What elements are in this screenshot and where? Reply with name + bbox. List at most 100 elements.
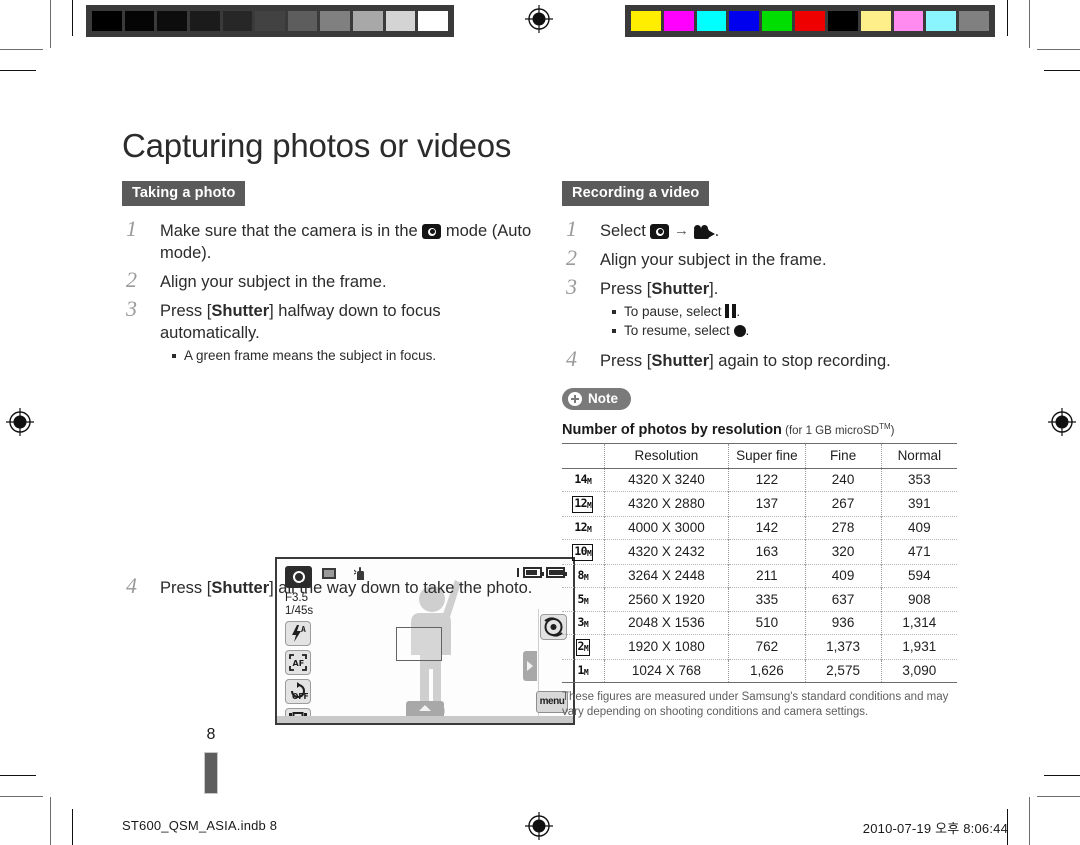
table-row: 5M 2560 X 1920 335 637 908 xyxy=(562,587,957,611)
table-row: 14M 4320 X 3240 122 240 353 xyxy=(562,468,957,492)
resolution-badge-icon: 3M xyxy=(562,611,605,635)
svg-text:AF: AF xyxy=(293,659,305,668)
table-row: 2M 1920 X 1080 762 1,373 1,931 xyxy=(562,634,957,659)
shutter-key-label: Shutter xyxy=(211,302,270,320)
resolution-table: Resolution Super fine Fine Normal 14M 432… xyxy=(562,442,957,684)
cell-resolution: 1920 X 1080 xyxy=(604,634,730,659)
cell-resolution: 3264 X 2448 xyxy=(604,564,730,588)
cell-resolution: 4320 X 3240 xyxy=(604,468,730,492)
shutter-key-label: Shutter xyxy=(651,280,710,298)
cell-resolution: 1024 X 768 xyxy=(604,659,730,683)
cell-fine: 267 xyxy=(805,491,882,516)
step-text-post: . xyxy=(714,222,720,240)
step-number: 4 xyxy=(566,346,577,371)
cell-normal: 1,931 xyxy=(902,639,937,654)
cell-super-fine: 762 xyxy=(728,634,806,659)
note-label: Note xyxy=(588,391,618,406)
step-number: 1 xyxy=(566,216,577,241)
resolution-badge-icon: 8M xyxy=(562,564,605,588)
record-icon xyxy=(733,325,746,337)
cell-fine: 2,575 xyxy=(805,659,882,683)
cell-normal: 908 xyxy=(908,591,931,607)
resolution-badge-icon: 5M xyxy=(562,587,605,611)
resolution-badge-icon: 1M xyxy=(562,659,605,683)
taking-photo-steps-continued: 4 Press [Shutter] all the way down to ta… xyxy=(122,573,542,606)
bullet-text-post: . xyxy=(745,323,750,338)
step-number: 4 xyxy=(126,573,137,598)
step-text-pre: Press [ xyxy=(160,302,212,320)
page-title: Capturing photos or videos xyxy=(122,127,512,165)
cell-normal: 1,314 xyxy=(902,615,937,630)
cell-normal: 391 xyxy=(908,496,931,511)
table-row: 3M 2048 X 1536 510 936 1,314 xyxy=(562,611,957,635)
resolution-badge-icon: 12M xyxy=(562,491,605,516)
step-text-post: ] again to stop recording. xyxy=(709,352,891,370)
svg-text:OFF: OFF xyxy=(292,692,309,701)
cell-super-fine: 163 xyxy=(728,539,806,564)
step-text: Align your subject in the frame. xyxy=(600,251,827,269)
pause-icon xyxy=(725,304,737,318)
shutter-speed-value: 1/45s xyxy=(285,605,314,617)
section-heading-recording-video: Recording a video xyxy=(562,181,710,206)
step-item: 2 Align your subject in the frame. xyxy=(122,267,542,293)
column-header-normal: Normal xyxy=(881,442,957,469)
cell-normal: 471 xyxy=(908,544,931,559)
cell-resolution: 4320 X 2880 xyxy=(604,491,730,516)
section-heading-taking-photo: Taking a photo xyxy=(122,181,246,206)
resolution-badge-icon: 10M xyxy=(562,539,605,564)
cell-resolution: 4320 X 2432 xyxy=(604,539,730,564)
column-header-icon xyxy=(562,442,605,469)
table-row: 12M 4000 X 3000 142 278 409 xyxy=(562,516,957,540)
camera-icon xyxy=(650,224,670,239)
svg-text:A: A xyxy=(301,625,306,634)
step-text-pre: Press [ xyxy=(600,280,652,298)
timer-off-button[interactable]: OFF xyxy=(285,679,311,704)
camcorder-icon xyxy=(693,225,715,239)
table-row: 8M 3264 X 2448 211 409 594 xyxy=(562,564,957,588)
step-number: 2 xyxy=(566,245,577,270)
table-row: 1M 1024 X 768 1,626 2,575 3,090 xyxy=(562,659,957,683)
autofocus-frame xyxy=(396,627,442,661)
step-number: 2 xyxy=(126,267,137,292)
step-item: 1 Make sure that the camera is in the mo… xyxy=(122,218,542,264)
shutter-key-label: Shutter xyxy=(211,579,270,597)
cell-fine: 1,373 xyxy=(805,634,882,659)
note-badge: Note xyxy=(562,388,631,410)
focus-af-button[interactable]: AF xyxy=(285,650,311,675)
slider-handle[interactable] xyxy=(523,651,537,681)
step-text-post: ]. xyxy=(709,280,719,298)
bullet-item: A green frame means the subject in focus… xyxy=(172,346,542,365)
cell-fine: 278 xyxy=(805,516,882,540)
page-number-bar xyxy=(204,752,218,794)
table-footnote: These figures are measured under Samsung… xyxy=(562,691,949,718)
plus-circle-icon xyxy=(568,391,582,406)
step-item: 2 Align your subject in the frame. xyxy=(562,245,957,271)
cell-fine: 320 xyxy=(805,539,882,564)
step-text-before: Make sure that the camera is in the xyxy=(160,222,423,240)
table-header-row: Resolution Super fine Fine Normal xyxy=(562,442,957,469)
flash-auto-button[interactable]: A xyxy=(285,621,311,646)
step-bullets: A green frame means the subject in focus… xyxy=(160,346,542,365)
step-bullets: To pause, select . To resume, select . xyxy=(600,302,957,340)
shutter-key-label: Shutter xyxy=(651,352,710,370)
cell-fine: 409 xyxy=(805,564,882,588)
step-text-post: ] all the way down to take the photo. xyxy=(269,579,533,597)
table-caption-bold: Number of photos by resolution xyxy=(562,421,782,438)
manual-page: Capturing photos or videos Taking a phot… xyxy=(0,0,1080,845)
resolution-badge-icon: 2M xyxy=(562,634,605,659)
resolution-table-body: 14M 4320 X 3240 122 240 353 12M 4320 X 2880 137… xyxy=(562,468,957,683)
bottom-expand-tab[interactable] xyxy=(406,701,444,716)
cell-super-fine: 211 xyxy=(728,564,806,588)
cell-super-fine: 335 xyxy=(728,587,806,611)
column-header-super-fine: Super fine xyxy=(728,442,806,469)
cell-fine: 936 xyxy=(805,611,882,635)
arrow-right-icon: → xyxy=(674,222,690,239)
step-number: 3 xyxy=(566,274,577,299)
cell-resolution: 2048 X 1536 xyxy=(604,611,730,635)
footer-filename: ST600_QSM_ASIA.indb 8 xyxy=(122,818,278,833)
cell-normal: 594 xyxy=(908,568,931,583)
cell-super-fine: 1,626 xyxy=(728,659,806,683)
cell-super-fine: 510 xyxy=(728,611,806,635)
step-item: 4 Press [Shutter] again to stop recordin… xyxy=(562,346,957,372)
bullet-text-post: . xyxy=(736,304,741,319)
